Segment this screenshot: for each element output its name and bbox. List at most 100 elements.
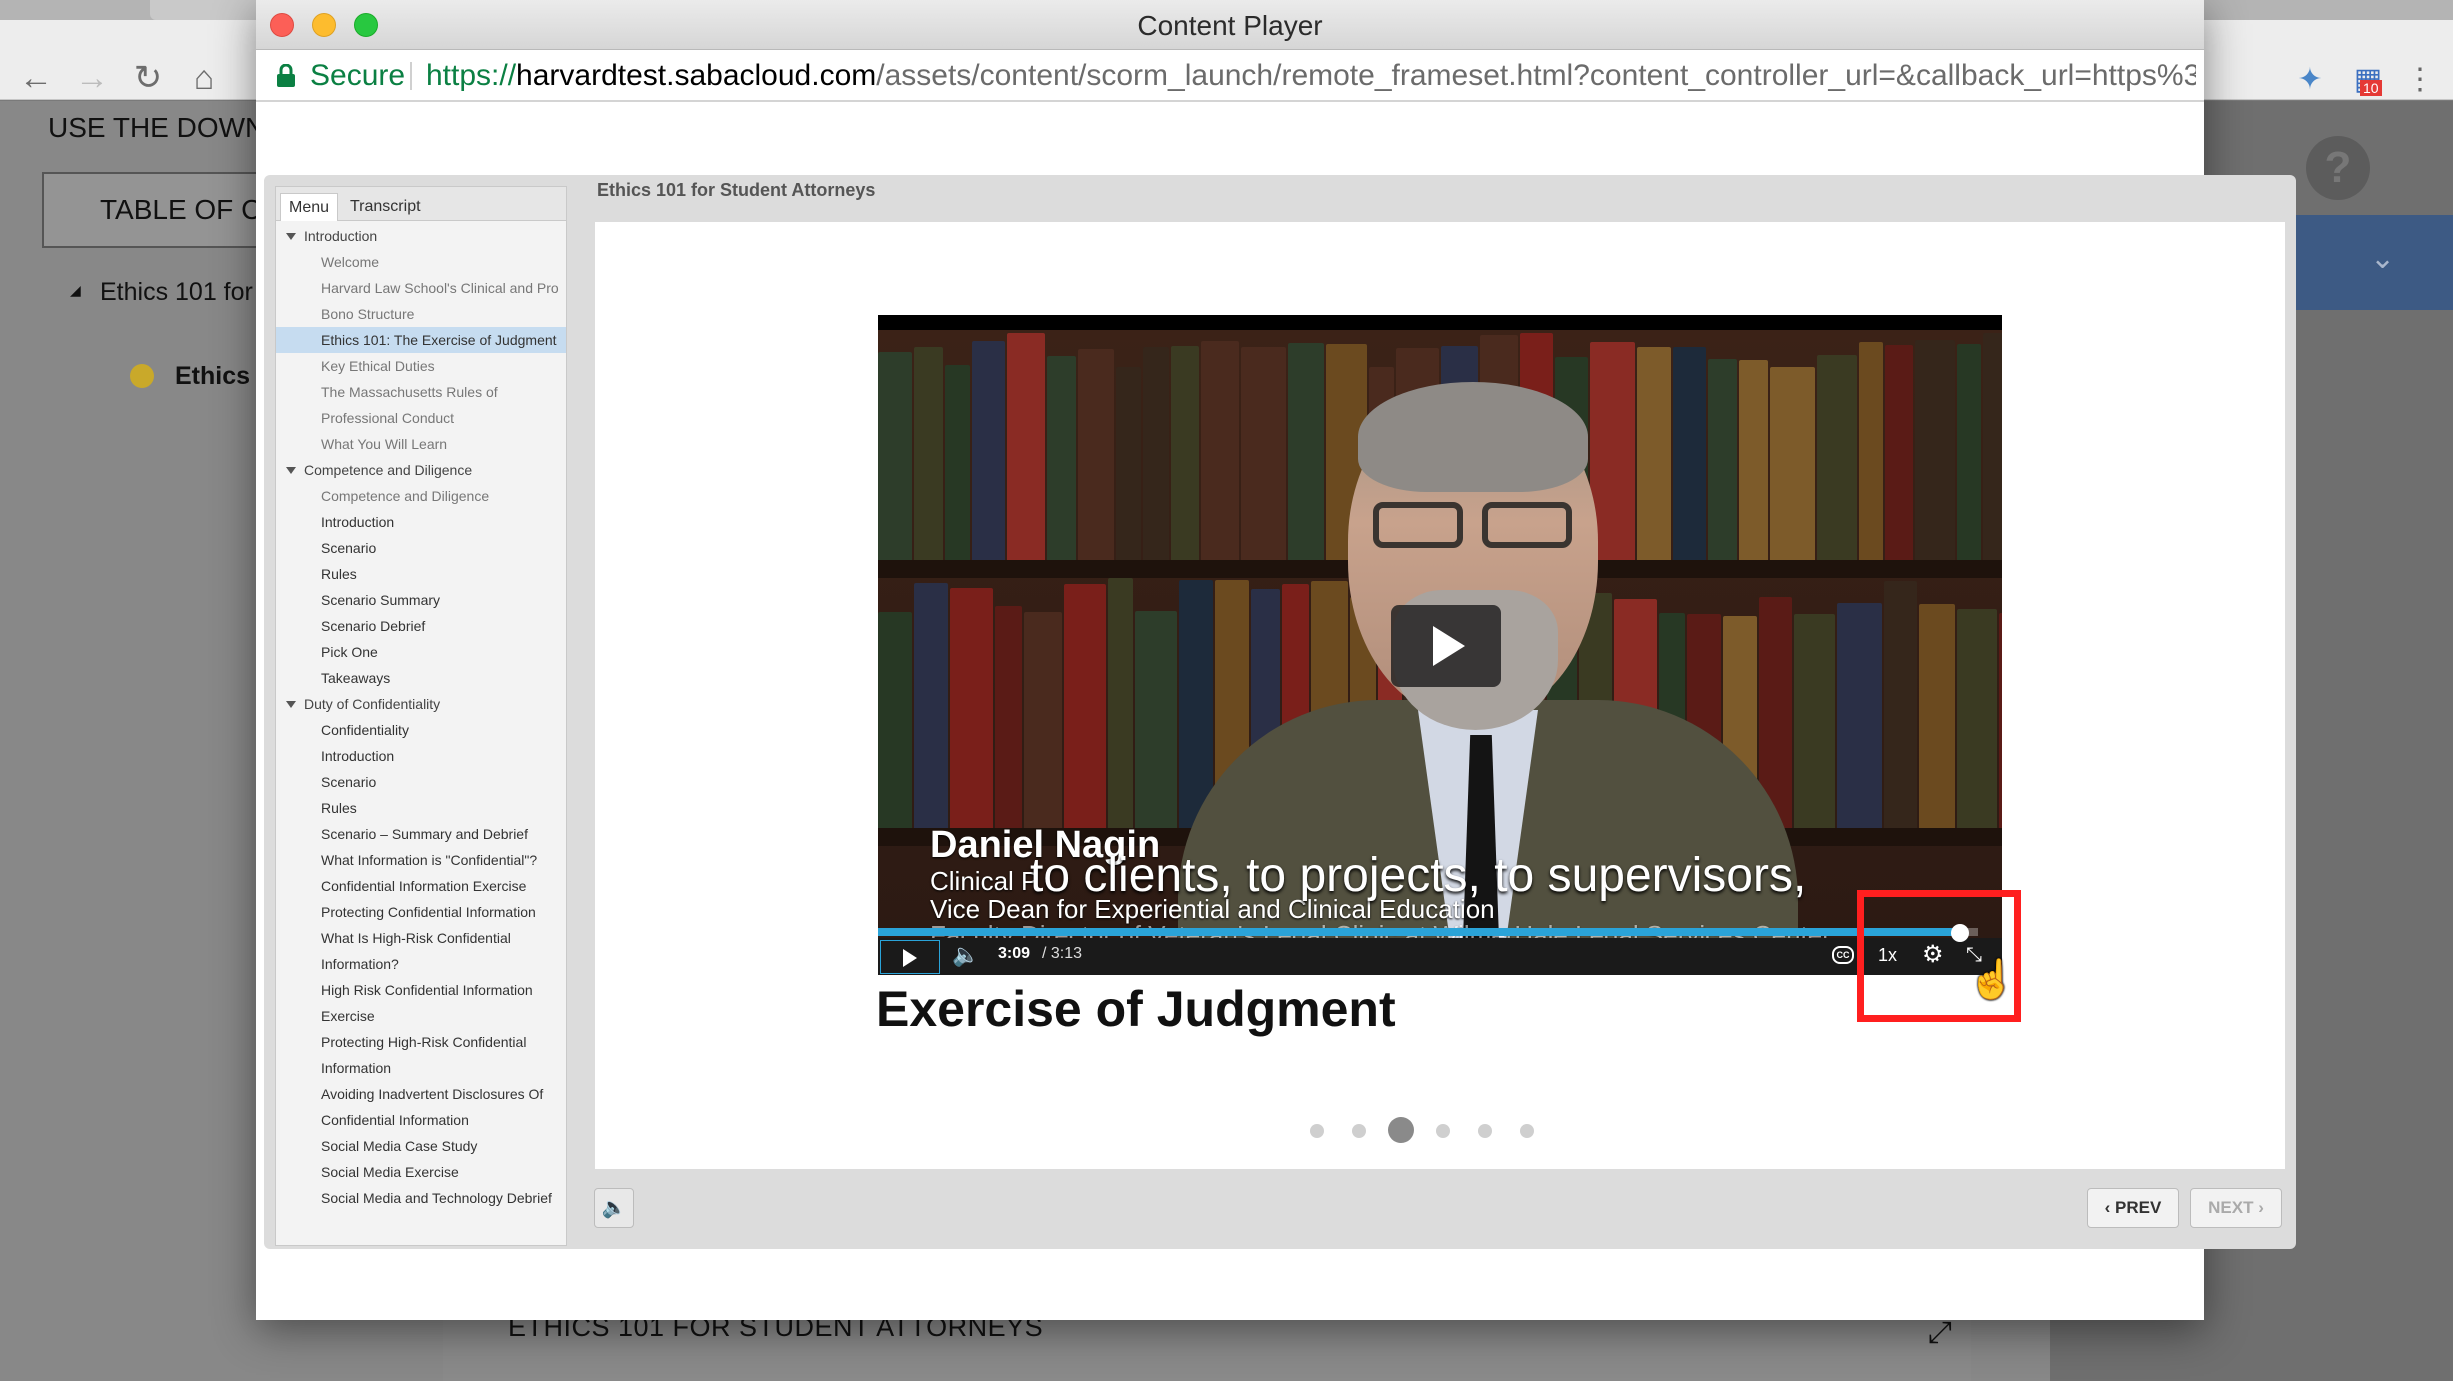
forward-icon[interactable]: → [70, 56, 114, 100]
menu-item[interactable]: Ethics 101: The Exercise of Judgment [276, 327, 566, 353]
book [1288, 343, 1324, 560]
prev-button[interactable]: ‹ PREV [2087, 1188, 2179, 1228]
back-icon[interactable]: ← [14, 56, 58, 100]
menu-item[interactable]: What Is High-Risk Confidential Informati… [276, 925, 566, 977]
book [914, 583, 948, 828]
menu-item[interactable]: Rules [276, 795, 566, 821]
menu-item[interactable]: Protecting Confidential Information [276, 899, 566, 925]
expand-icon[interactable]: ⤢ [1928, 1316, 1962, 1350]
menu-item[interactable]: High Risk Confidential Information Exerc… [276, 977, 566, 1029]
menu-item-label: Introduction [321, 748, 395, 764]
menu-item[interactable]: The Massachusetts Rules of Professional … [276, 379, 566, 431]
menu-item[interactable]: What Information is "Confidential"? [276, 847, 566, 873]
book [1171, 346, 1199, 560]
calendar-extension-icon[interactable]: 10▦ [2348, 60, 2388, 100]
pager-dot[interactable] [1436, 1124, 1450, 1138]
menu-item[interactable]: Confidential Information Exercise [276, 873, 566, 899]
menu-item[interactable]: Social Media and Technology Debrief [276, 1185, 566, 1211]
closed-captions-icon[interactable]: CC [1832, 946, 1854, 964]
triangle-down-icon[interactable] [286, 701, 296, 708]
menu-item[interactable]: Harvard Law School's Clinical and Pro Bo… [276, 275, 566, 327]
background-course-item[interactable]: Ethics 101 for [100, 278, 253, 307]
triangle-down-icon[interactable] [286, 233, 296, 240]
book [1885, 345, 1913, 560]
home-icon[interactable]: ⌂ [182, 56, 226, 100]
window-titlebar[interactable]: Content Player [256, 0, 2204, 50]
browser-menu-icon[interactable]: ⋮ [2400, 60, 2440, 100]
url-text[interactable]: https://harvardtest.sabacloud.com/assets… [426, 59, 2196, 93]
book [1007, 333, 1045, 560]
menu-item-label: Social Media Case Study [321, 1138, 478, 1154]
volume-icon[interactable]: 🔈 [952, 942, 982, 970]
menu-item-label: Rules [321, 800, 357, 816]
menu-item[interactable]: Scenario Summary [276, 587, 566, 613]
menu-item-label: Rules [321, 566, 357, 582]
book [1116, 367, 1141, 560]
triangle-down-icon[interactable] [286, 467, 296, 474]
book [1770, 367, 1815, 560]
video-duration: / 3:13 [1042, 945, 1083, 962]
glasses-left [1373, 502, 1463, 548]
menu-item[interactable]: Scenario [276, 535, 566, 561]
menu-item-label: Introduction [321, 514, 395, 530]
menu-item-label: High Risk Confidential Information Exerc… [321, 982, 533, 1024]
tab-transcript[interactable]: Transcript [342, 193, 429, 221]
menu-section[interactable]: Introduction [276, 223, 566, 249]
pager-dot[interactable] [1478, 1124, 1492, 1138]
reload-icon[interactable]: ↻ [126, 56, 170, 100]
next-button[interactable]: NEXT › [2190, 1188, 2282, 1228]
help-icon[interactable]: ? [2306, 136, 2370, 200]
menu-item[interactable]: Social Media Exercise [276, 1159, 566, 1185]
menu-section[interactable]: Competence and Diligence [276, 457, 566, 483]
menu-item-label: Confidential Information Exercise [321, 878, 527, 894]
menu-item[interactable]: What You Will Learn [276, 431, 566, 457]
menu-item-label: What Is High-Risk Confidential Informati… [321, 930, 511, 972]
menu-item[interactable]: Welcome [276, 249, 566, 275]
menu-item[interactable]: Introduction [276, 509, 566, 535]
menu-item-label: Protecting High-Risk Confidential Inform… [321, 1034, 527, 1076]
play-icon [1433, 626, 1465, 666]
window-title: Content Player [1137, 10, 1323, 41]
menu-item-label: Confidentiality [321, 722, 409, 738]
menu-item-label: What You Will Learn [321, 436, 448, 452]
menu-item[interactable]: Social Media Case Study [276, 1133, 566, 1159]
mute-button[interactable]: 🔈 [594, 1188, 634, 1228]
big-play-button[interactable] [1391, 605, 1501, 687]
video-play-button[interactable] [880, 940, 940, 974]
menu-item[interactable]: Introduction [276, 743, 566, 769]
menu-item-label: The Massachusetts Rules of Professional … [321, 384, 498, 426]
menu-item[interactable]: Takeaways [276, 665, 566, 691]
extension-icon[interactable]: ✦ [2290, 60, 2330, 100]
book [950, 588, 993, 828]
address-bar[interactable]: Secure https://harvardtest.sabacloud.com… [256, 50, 2204, 102]
menu-item[interactable]: Scenario – Summary and Debrief [276, 821, 566, 847]
book [1064, 584, 1106, 828]
menu-item-label: Social Media Exercise [321, 1164, 459, 1180]
pager-dot[interactable] [1520, 1124, 1534, 1138]
menu-item[interactable]: Scenario Debrief [276, 613, 566, 639]
menu-item[interactable]: Key Ethical Duties [276, 353, 566, 379]
book [1859, 342, 1883, 560]
menu-item[interactable]: Pick One [276, 639, 566, 665]
book [1078, 349, 1114, 560]
tree-collapse-icon[interactable]: ◢ [70, 282, 81, 299]
menu-item-label: Scenario [321, 774, 377, 790]
menu-item[interactable]: Protecting High-Risk Confidential Inform… [276, 1029, 566, 1081]
menu-item[interactable]: Rules [276, 561, 566, 587]
menu-item[interactable]: Competence and Diligence [276, 483, 566, 509]
book [1919, 604, 1955, 828]
chevron-right-icon: › [2253, 1198, 2264, 1217]
secure-label: Secure [310, 59, 406, 92]
book [1739, 360, 1768, 560]
menu-item[interactable]: Scenario [276, 769, 566, 795]
pager-dot[interactable] [1310, 1124, 1324, 1138]
menu-section[interactable]: Duty of Confidentiality [276, 691, 566, 717]
pager-dot[interactable] [1352, 1124, 1366, 1138]
book [1915, 340, 1955, 560]
menu-item[interactable]: Avoiding Inadvertent Disclosures Of Conf… [276, 1081, 566, 1133]
lock-icon [277, 64, 295, 87]
menu-item[interactable]: Confidentiality [276, 717, 566, 743]
book [1837, 603, 1882, 828]
pager-dot[interactable] [1388, 1117, 1414, 1143]
tab-menu[interactable]: Menu [280, 193, 339, 221]
